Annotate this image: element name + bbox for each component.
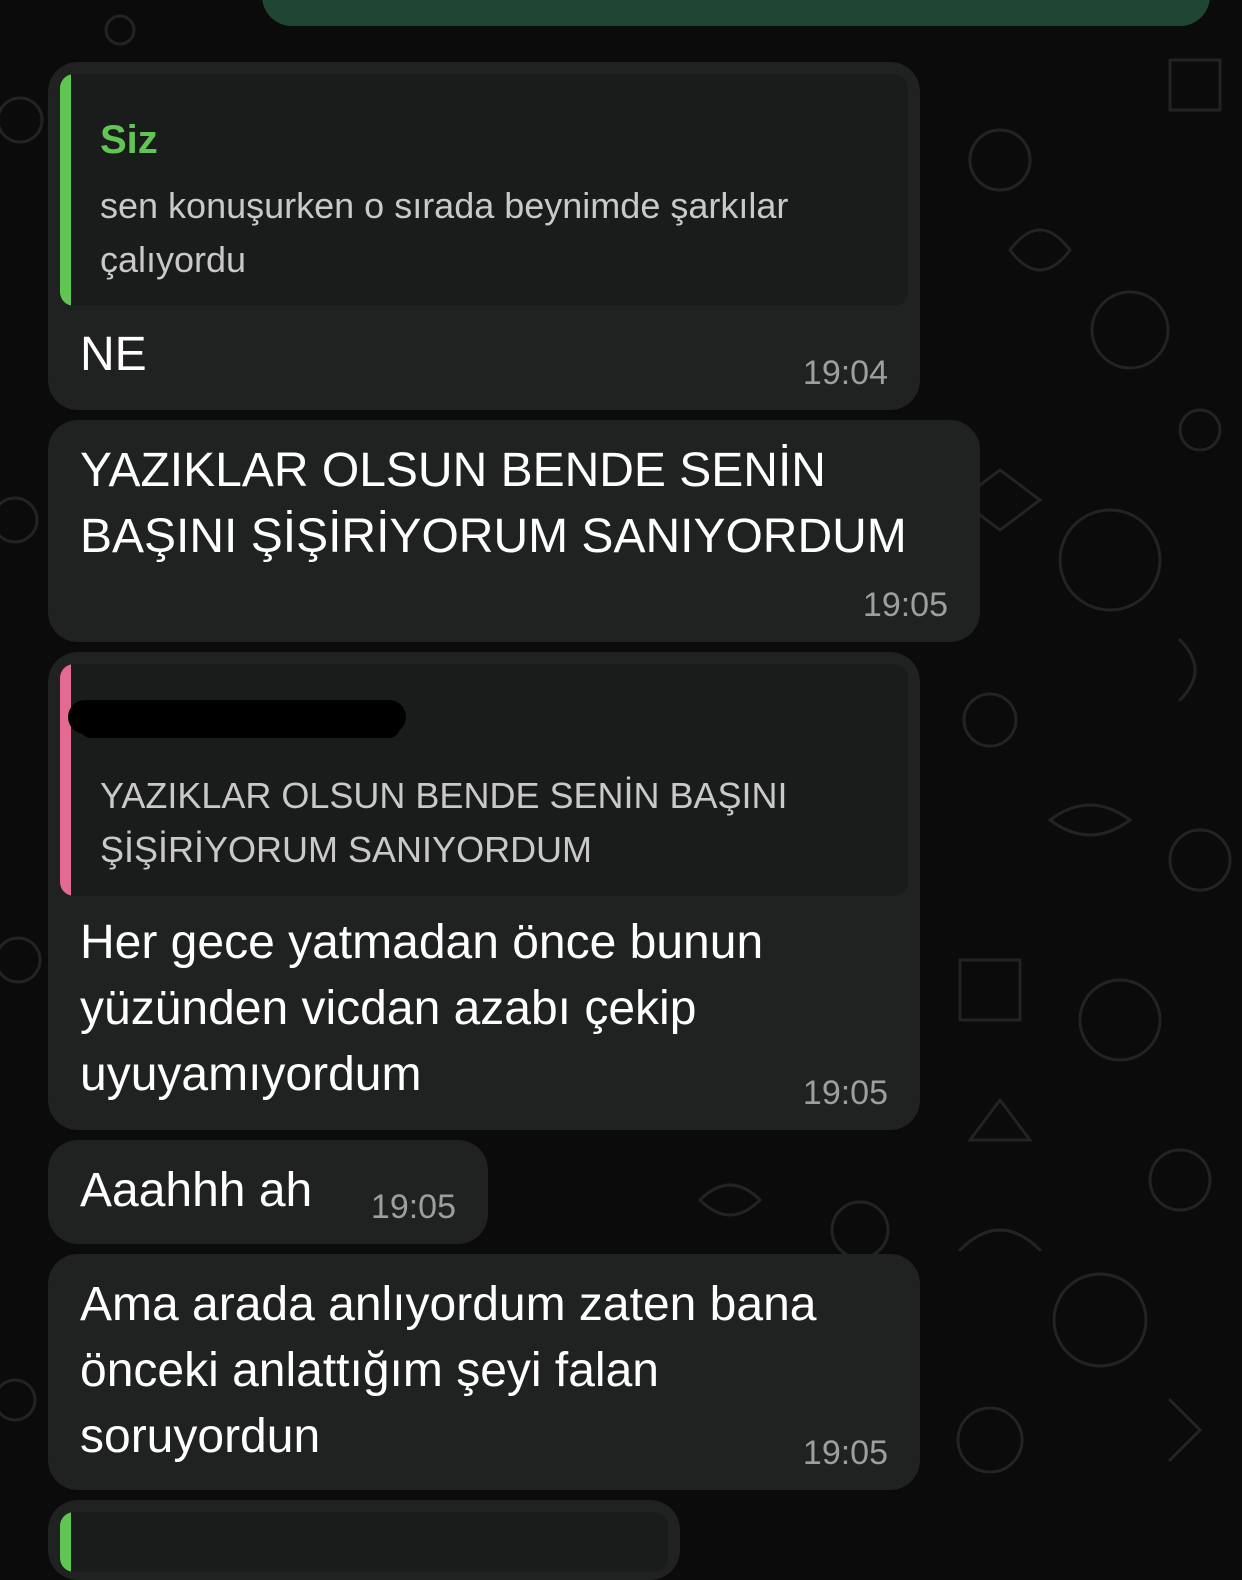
message-timestamp: 19:05 [862,586,948,624]
message-text: Her gece yatmadan önce bunun yüzünden vi… [80,916,764,1101]
message-text: YAZIKLAR OLSUN BENDE SENİN BAŞINI ŞİŞİRİ… [80,444,907,563]
message-bubble[interactable]: YAZIKLAR OLSUN BENDE SENİN BAŞINI ŞİŞİRİ… [48,420,980,642]
reply-quote[interactable]: Siz sen konuşurken o sırada beynimde şar… [60,74,908,306]
quote-accent-bar [60,74,71,306]
message-text: NE [80,328,147,381]
message-timestamp: 19:05 [802,1434,888,1472]
message-bubble[interactable]: Ama arada anlıyordum zaten bana önceki a… [48,1254,920,1490]
quote-author: Siz [100,118,158,162]
reply-quote-partial [60,1512,668,1572]
quote-accent-bar [60,1512,71,1572]
message-bubble[interactable]: Siz sen konuşurken o sırada beynimde şar… [48,62,920,410]
message-text: Ama arada anlıyordum zaten bana önceki a… [80,1278,817,1463]
message-timestamp: 19:05 [802,1074,888,1112]
message-text: Aaahhh ah [80,1164,313,1217]
message-timestamp: 19:05 [370,1188,456,1226]
quote-text: YAZIKLAR OLSUN BENDE SENİN BAŞINI ŞİŞİRİ… [100,775,788,870]
message-timestamp: 19:04 [802,354,888,392]
reply-quote[interactable]: YAZIKLAR OLSUN BENDE SENİN BAŞINI ŞİŞİRİ… [60,664,908,896]
outgoing-message-bubble-partial[interactable] [262,0,1210,26]
quote-accent-bar [60,664,71,896]
message-bubble-partial[interactable] [48,1500,680,1580]
redacted-author-name [80,716,400,738]
message-bubble[interactable]: YAZIKLAR OLSUN BENDE SENİN BAŞINI ŞİŞİRİ… [48,652,920,1130]
quote-text: sen konuşurken o sırada beynimde şarkıla… [100,185,789,280]
message-bubble[interactable]: Aaahhh ah 19:05 [48,1140,488,1244]
chat-message-list[interactable]: Siz sen konuşurken o sırada beynimde şar… [0,0,1242,1580]
